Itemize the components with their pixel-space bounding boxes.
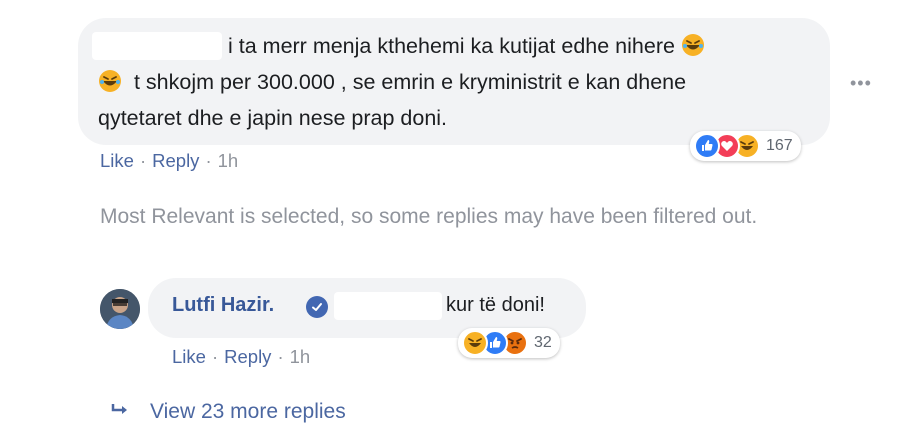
view-more-replies-link[interactable]: View 23 more replies <box>110 400 346 424</box>
laughing-emoji-icon <box>681 31 705 56</box>
like-link[interactable]: Like <box>100 150 134 171</box>
reply-text: kur të doni! <box>446 294 545 316</box>
separator-dot: · <box>139 150 147 171</box>
haha-reaction-icon <box>462 330 488 356</box>
separator-dot: · <box>205 150 212 171</box>
comment-line-1-text: i ta merr menja kthehemi ka kutijat edhe… <box>228 34 675 58</box>
reply-link[interactable]: Reply <box>224 346 271 367</box>
reaction-count: 167 <box>766 137 793 154</box>
reply-author-name[interactable]: Lutfi Hazir. <box>172 294 274 317</box>
redacted-mention <box>334 292 442 320</box>
reply-link[interactable]: Reply <box>152 150 199 171</box>
separator-dot: · <box>211 346 219 367</box>
verified-badge-icon <box>306 296 328 318</box>
more-options-icon[interactable]: ••• <box>850 73 872 94</box>
separator-dot: · <box>277 346 284 367</box>
comment-actions: Like · Reply · 1h <box>100 150 238 172</box>
reply-arrow-icon <box>110 400 130 424</box>
laughing-emoji-icon <box>98 67 122 92</box>
redacted-author-name <box>92 32 222 60</box>
comment-line-3: qytetaret dhe e japin nese prap doni. <box>98 106 448 130</box>
like-reaction-icon <box>694 133 720 159</box>
reply-actions: Like · Reply · 1h <box>172 346 310 368</box>
avatar[interactable] <box>100 289 140 329</box>
comment-reactions[interactable]: 167 <box>690 131 801 161</box>
filter-notice: Most Relevant is selected, so some repli… <box>100 205 758 228</box>
comment-timestamp[interactable]: 1h <box>218 150 239 171</box>
view-more-replies-label[interactable]: View 23 more replies <box>150 400 346 423</box>
reaction-count: 32 <box>534 334 552 351</box>
comment-line-1: i ta merr menja kthehemi ka kutijat edhe… <box>228 27 705 65</box>
comment-line-2-text: t shkojm per 300.000 , se emrin e krymin… <box>133 70 687 94</box>
comment-line-2: t shkojm per 300.000 , se emrin e krymin… <box>98 63 686 101</box>
reply-reactions[interactable]: 32 <box>458 328 560 358</box>
like-link[interactable]: Like <box>172 346 206 367</box>
reply-timestamp[interactable]: 1h <box>290 346 311 367</box>
